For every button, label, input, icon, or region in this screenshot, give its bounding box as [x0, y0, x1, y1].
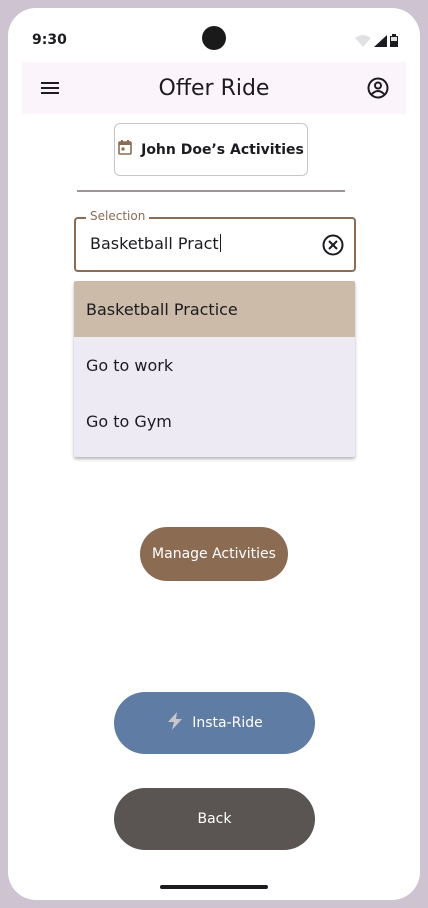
- top-app-bar: Offer Ride: [22, 62, 406, 114]
- activities-button-label: John Doe’s Activities: [141, 141, 304, 158]
- text-cursor: [219, 234, 221, 252]
- signal-icon: [374, 34, 387, 52]
- dropdown-item-label: Go to work: [86, 355, 174, 375]
- selection-label: Selection: [86, 209, 150, 223]
- calendar-icon: [118, 140, 132, 159]
- insta-ride-label: Insta-Ride: [192, 715, 263, 731]
- dropdown-item-go-to-gym[interactable]: Go to Gym: [74, 393, 355, 449]
- menu-icon[interactable]: [38, 76, 62, 100]
- battery-icon: [390, 34, 398, 52]
- page-title: Offer Ride: [158, 75, 270, 101]
- clear-circle-icon[interactable]: [322, 234, 344, 256]
- bolt-icon: [166, 712, 184, 734]
- selection-input-value[interactable]: Basketball Pract: [90, 234, 221, 253]
- camera-cutout: [202, 26, 226, 50]
- back-button[interactable]: Back: [114, 788, 315, 850]
- insta-ride-button[interactable]: Insta-Ride: [114, 692, 315, 754]
- selection-input-text: Basketball Pract: [90, 234, 219, 253]
- back-button-label: Back: [197, 811, 232, 827]
- account-circle-icon[interactable]: [366, 76, 390, 100]
- selection-field[interactable]: Selection Basketball Pract: [74, 209, 356, 272]
- phone-screen: 9:30 Offer Ride John Doe’s Activities Se…: [8, 8, 420, 900]
- manage-activities-button[interactable]: Manage Activities: [140, 527, 288, 581]
- dropdown-item-go-to-work[interactable]: Go to work: [74, 337, 355, 393]
- status-bar: 9:30: [8, 8, 420, 60]
- dropdown-item-label: Go to Gym: [86, 411, 172, 431]
- divider: [77, 190, 345, 192]
- wifi-icon: [355, 34, 371, 52]
- status-time: 9:30: [32, 32, 67, 48]
- status-icons: [355, 34, 398, 52]
- home-indicator[interactable]: [160, 885, 268, 889]
- dropdown-item-basketball-practice[interactable]: Basketball Practice: [74, 281, 355, 337]
- manage-activities-label: Manage Activities: [152, 546, 276, 562]
- activities-button[interactable]: John Doe’s Activities: [114, 123, 308, 176]
- dropdown-item-label: Basketball Practice: [86, 299, 238, 319]
- selection-dropdown: Basketball Practice Go to work Go to Gym: [74, 281, 355, 457]
